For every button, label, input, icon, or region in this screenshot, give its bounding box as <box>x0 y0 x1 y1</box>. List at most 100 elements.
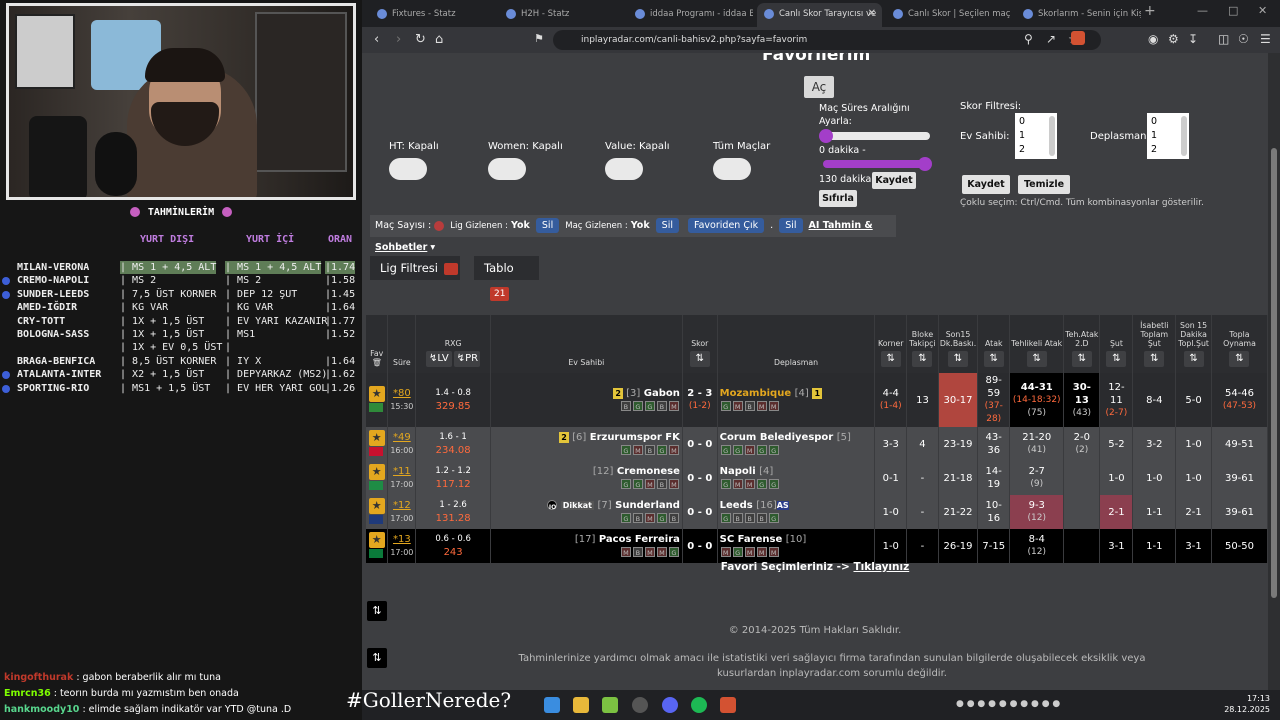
max-slider[interactable] <box>823 160 930 168</box>
value-toggle[interactable]: Value: Kapalı <box>605 141 670 180</box>
browser-tab[interactable]: Skorlarım - Senin için Kişis <box>1016 3 1141 27</box>
favorite-star-icon[interactable]: ★ <box>368 531 385 548</box>
extension-icon[interactable]: ◉ <box>1148 32 1158 46</box>
toggle-switch[interactable] <box>389 158 427 180</box>
windows-start-icon[interactable] <box>544 697 560 713</box>
sort-teh2d-button[interactable]: ⇅ <box>1071 351 1092 367</box>
favorite-star-icon[interactable]: ★ <box>368 385 385 402</box>
fav-cell[interactable]: ★ <box>366 529 389 563</box>
open-button[interactable]: Aç <box>804 76 834 98</box>
sort-isabetli-button[interactable]: ⇅ <box>1144 351 1165 367</box>
away-cell[interactable]: SC Farense [10] M G M M M <box>717 529 876 563</box>
brave-icon[interactable] <box>720 697 736 713</box>
duration-save-button[interactable]: Kaydet <box>872 172 916 189</box>
favorite-star-icon[interactable]: ★ <box>368 497 385 514</box>
remove-favorite-button[interactable]: Favoriden Çık <box>688 218 765 233</box>
puzzle-icon[interactable]: ⚙ <box>1168 32 1179 46</box>
min-slider[interactable] <box>823 132 930 140</box>
vpn-icon[interactable]: ☉ <box>1238 32 1249 46</box>
brave-shield-icon[interactable] <box>1071 31 1085 45</box>
discord-icon[interactable] <box>662 697 678 713</box>
score-save-button[interactable]: Kaydet <box>962 175 1010 194</box>
duration-reset-button[interactable]: Sıfırla <box>819 190 857 207</box>
all-matches-toggle[interactable]: Tüm Maçlar <box>713 141 770 180</box>
home-cell[interactable]: 2 [3] Gabon B G G B M <box>490 373 683 427</box>
sort-tehlikeli-button[interactable]: ⇅ <box>1026 351 1047 367</box>
zoom-icon[interactable]: ⚲ <box>1024 32 1033 46</box>
home-cell[interactable]: [17] Pacos Ferreira M B M M G <box>490 529 683 563</box>
spotify-icon[interactable] <box>691 697 707 713</box>
trash-icon[interactable]: 🗑 <box>372 358 382 367</box>
fav-cell[interactable]: ★ <box>366 427 389 461</box>
league-filter-button[interactable]: Lig Filtresi <box>370 256 460 280</box>
browser-tab[interactable]: Canlı Skor | Seçilen maçlar <box>886 3 1011 27</box>
browser-tab[interactable]: iddaa Programı - iddaa Bü <box>628 3 753 27</box>
browser-tab[interactable]: Canlı Skor Tarayıcısı ve ✕ <box>757 3 882 27</box>
browser-tab[interactable]: Fixtures - Statz <box>370 3 495 27</box>
home-cell[interactable]: IO Dikkat [7] Sunderland G B M G B <box>490 495 683 529</box>
clear-button[interactable]: Sil <box>779 218 803 233</box>
away-cell[interactable]: Napoli [4] G M M G G <box>717 461 876 495</box>
sort-son15-button[interactable]: ⇅ <box>948 351 968 367</box>
browser-tab[interactable]: H2H - Statz <box>499 3 624 27</box>
ht-toggle[interactable]: HT: Kapalı <box>389 141 439 180</box>
score-clear-button[interactable]: Temizle <box>1018 175 1070 194</box>
sort-korner-button[interactable]: ⇅ <box>880 351 901 367</box>
toggle-switch[interactable] <box>488 158 526 180</box>
match-row[interactable]: ★ *11 17:00 1.2 - 1.2 117.12 [12] Cremonese G G… <box>366 461 1268 495</box>
download-icon[interactable]: ↧ <box>1188 32 1198 46</box>
new-tab-icon[interactable]: + <box>1144 3 1156 19</box>
away-cell[interactable]: Corum Belediyespor [5] G G M G G <box>717 427 876 461</box>
sort-pr-button[interactable]: ↯PR <box>454 351 481 367</box>
home-score-listbox[interactable]: 012 <box>1015 113 1057 159</box>
minimize-icon[interactable]: — <box>1197 4 1208 17</box>
notepad-icon[interactable] <box>602 697 618 713</box>
back-icon[interactable]: ‹ <box>374 32 379 47</box>
sort-atak-button[interactable]: ⇅ <box>983 351 1004 367</box>
favorites-link[interactable]: Tıklayınız <box>853 561 909 573</box>
home-cell[interactable]: [12] Cremonese G G M B M <box>490 461 683 495</box>
home-cell[interactable]: 2 [6] Erzurumspor FK G M B G M <box>490 427 683 461</box>
close-window-icon[interactable]: ✕ <box>1258 4 1267 17</box>
clear-league-hidden-button[interactable]: Sil <box>535 218 560 233</box>
fav-cell[interactable]: ★ <box>366 461 389 495</box>
forward-icon[interactable]: › <box>396 32 401 47</box>
address-bar[interactable]: inplayradar.com/canli-bahisv2.php?sayfa=… <box>553 30 1101 50</box>
sort-score-button[interactable]: ⇅ <box>689 351 710 367</box>
share-icon[interactable]: ↗ <box>1046 32 1056 46</box>
reload-icon[interactable]: ↻ <box>415 32 426 47</box>
maximize-icon[interactable]: □ <box>1228 4 1238 17</box>
toggle-switch[interactable] <box>713 158 751 180</box>
sort-lv-button[interactable]: ↯LV <box>425 351 452 367</box>
match-row[interactable]: ★ *13 17:00 0.6 - 0.6 243 [17] Pacos Ferreira… <box>366 529 1268 563</box>
page-scrollbar[interactable] <box>1268 53 1280 690</box>
sidebar-icon[interactable]: ◫ <box>1218 32 1229 46</box>
toggle-switch[interactable] <box>605 158 643 180</box>
scroll-bottom-button[interactable]: ⇅ <box>367 648 387 668</box>
women-toggle[interactable]: Women: Kapalı <box>488 141 563 180</box>
home-icon[interactable]: ⌂ <box>435 32 443 47</box>
away-cell[interactable]: Leeds [16]AS G B B B G <box>717 495 876 529</box>
away-score-listbox[interactable]: 012 <box>1147 113 1189 159</box>
system-clock[interactable]: 17:13 28.12.2025 <box>1224 693 1270 715</box>
scrollbar-thumb[interactable] <box>1271 148 1277 598</box>
table-button[interactable]: Tablo21 <box>474 256 539 301</box>
obs-icon[interactable] <box>632 697 648 713</box>
sort-sut-button[interactable]: ⇅ <box>1106 351 1127 367</box>
menu-icon[interactable]: ☰ <box>1260 32 1271 46</box>
away-cell[interactable]: Mozambique [4] 1GMBMM <box>717 373 876 427</box>
tray-icons[interactable]: ● ● ● ● ● ● ● ● ● ● <box>956 699 1060 709</box>
caret-down-icon[interactable]: ▾ <box>427 242 435 253</box>
fav-cell[interactable]: ★ <box>366 495 389 529</box>
match-row[interactable]: ★ *49 16:00 1.6 - 1 234.08 2 [6] Erzurumspor F… <box>366 427 1268 461</box>
sort-bloke-button[interactable]: ⇅ <box>912 351 933 367</box>
close-tab-icon[interactable]: ✕ <box>868 3 876 25</box>
file-explorer-icon[interactable] <box>573 697 589 713</box>
sort-topla-button[interactable]: ⇅ <box>1229 351 1250 367</box>
favorite-star-icon[interactable]: ★ <box>368 429 385 446</box>
fav-cell[interactable]: ★ <box>366 373 389 427</box>
min-slider-knob[interactable] <box>819 129 833 143</box>
scroll-top-button[interactable]: ⇅ <box>367 601 387 621</box>
match-row[interactable]: ★ *12 17:00 1 - 2.6 131.28 IO Dikkat [7] Sund… <box>366 495 1268 529</box>
match-row[interactable]: ★ *80 15:30 1.4 - 0.8 329.85 2 [3] Gabon B G G B M 2… <box>366 373 1268 427</box>
